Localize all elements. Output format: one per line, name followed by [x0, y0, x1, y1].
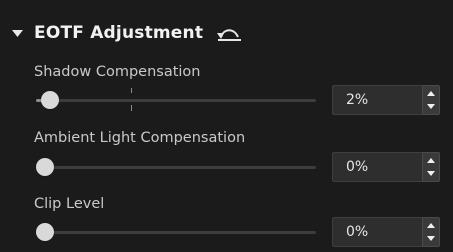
undo-arrow-icon[interactable] [215, 23, 243, 43]
stepper-arrows [422, 152, 440, 182]
slider-thumb[interactable] [36, 158, 54, 176]
section-title: EOTF Adjustment [34, 23, 204, 43]
eotf-adjustment-panel: EOTF Adjustment Shadow Compensation 2% A… [0, 0, 453, 252]
decrement-arrow-icon[interactable] [423, 102, 439, 112]
stepper-arrows [422, 85, 440, 115]
stepper-value[interactable]: 0% [332, 217, 422, 247]
slider-thumb[interactable] [41, 91, 60, 109]
clip-level-stepper[interactable]: 0% [332, 217, 440, 247]
slider-track [36, 166, 316, 169]
shadow-compensation-label: Shadow Compensation [34, 64, 201, 80]
increment-arrow-icon[interactable] [423, 221, 439, 231]
shadow-compensation-slider[interactable] [36, 88, 316, 111]
slider-tick [131, 88, 132, 93]
section-header[interactable]: EOTF Adjustment [10, 18, 243, 48]
slider-track [36, 231, 316, 234]
stepper-value[interactable]: 2% [332, 85, 422, 115]
ambient-light-compensation-label: Ambient Light Compensation [34, 130, 246, 146]
increment-arrow-icon[interactable] [423, 89, 439, 99]
decrement-arrow-icon[interactable] [423, 169, 439, 179]
ambient-light-compensation-stepper[interactable]: 0% [332, 152, 440, 182]
slider-tick [131, 105, 132, 111]
ambient-light-compensation-slider[interactable] [36, 156, 316, 178]
slider-track [36, 99, 316, 102]
shadow-compensation-stepper[interactable]: 2% [332, 85, 440, 115]
stepper-value[interactable]: 0% [332, 152, 422, 182]
clip-level-label: Clip Level [34, 196, 105, 212]
increment-arrow-icon[interactable] [423, 156, 439, 166]
caret-down-icon[interactable] [10, 26, 24, 40]
decrement-arrow-icon[interactable] [423, 234, 439, 244]
slider-thumb[interactable] [36, 223, 54, 241]
clip-level-slider[interactable] [36, 221, 316, 243]
stepper-arrows [422, 217, 440, 247]
